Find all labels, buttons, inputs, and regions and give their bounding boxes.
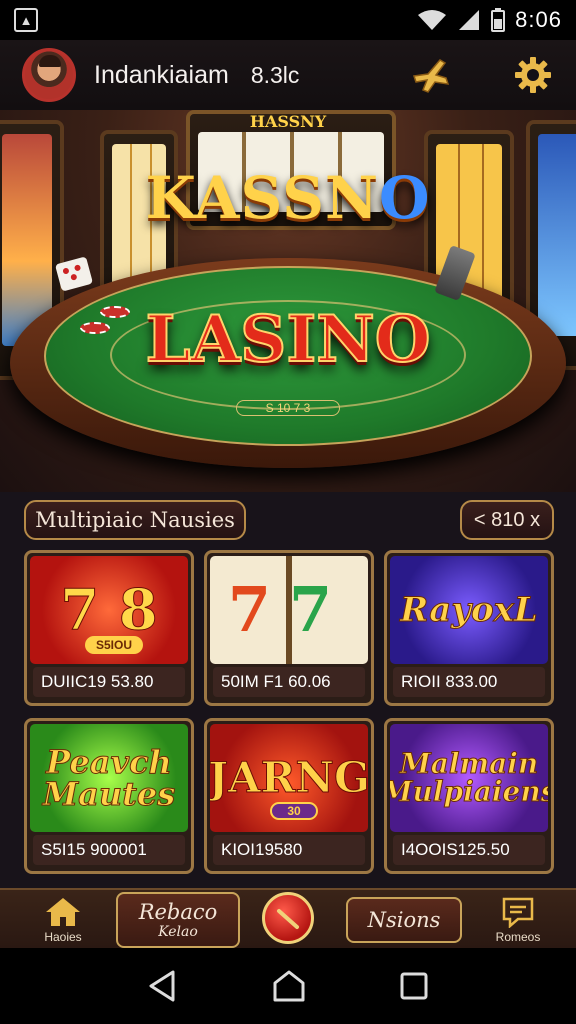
section-badge[interactable]: < 810 x <box>460 500 554 540</box>
chat-icon <box>502 897 534 928</box>
status-time: 8:06 <box>515 7 562 32</box>
game-art: 77 <box>210 556 368 664</box>
game-card[interactable]: JARNG 30 KIOI19580 <box>204 718 374 874</box>
game-card[interactable]: 7 8 S5IOU DUIIC19 53.80 <box>24 550 194 706</box>
app-header: Indankiaiam 8.3lc <box>0 40 576 110</box>
game-art-title: Peavch Mautes <box>42 743 176 813</box>
nav-rebate-label: Rebaco <box>138 900 218 924</box>
slash-icon <box>277 909 299 929</box>
game-art-title: JARNG <box>210 753 368 802</box>
recents-icon[interactable] <box>399 971 429 1001</box>
game-footer: S5I15 900001 <box>33 835 185 865</box>
hero-top-logo: KASSNO <box>0 164 576 232</box>
hero-top-logo-o: O <box>379 164 431 232</box>
bottom-nav: Haoies Rebaco Kelao Nsions Romeos <box>0 888 576 948</box>
game-art-badge: S5IOU <box>85 636 143 654</box>
nav-home-label: Haoies <box>44 930 82 944</box>
game-footer: 50IM F1 60.06 <box>213 667 365 697</box>
game-art: JARNG 30 <box>210 724 368 832</box>
game-card[interactable]: RayoxL RIOII 833.00 <box>384 550 554 706</box>
game-art: Peavch Mautes <box>30 724 188 832</box>
hero-center-logo: LASINO <box>144 301 431 378</box>
game-footer: DUIIC19 53.80 <box>33 667 185 697</box>
game-art-title: 77 <box>228 579 350 641</box>
balance: 8.3lc <box>250 61 300 88</box>
game-art-title: 7 8 <box>60 577 158 643</box>
game-art: 7 8 S5IOU <box>30 556 188 664</box>
settings-button[interactable] <box>512 54 554 96</box>
game-art: RayoxL <box>390 556 548 664</box>
gear-icon <box>515 57 551 93</box>
games-section: Multipiaic Nausies < 810 x 7 8 S5IOU DUI… <box>0 492 576 888</box>
nav-rewards[interactable]: Romeos <box>480 890 556 950</box>
nav-rewards-label: Romeos <box>495 930 541 944</box>
avatar[interactable] <box>22 48 76 102</box>
game-card[interactable]: Malmain Mulpiaiens I4OOIS125.50 <box>384 718 554 874</box>
status-icons: 8:06 <box>417 7 562 33</box>
nav-home[interactable]: Haoies <box>30 890 96 950</box>
app-root: ▲ 8:06 Indankiaiam 8.3lc HASSNY KASSNO L… <box>0 0 576 1024</box>
plane-button[interactable] <box>410 54 452 96</box>
plane-icon <box>413 59 450 93</box>
game-footer: I4OOIS125.50 <box>393 835 545 865</box>
username: Indankiaiam <box>94 60 229 89</box>
nav-rebate[interactable]: Rebaco Kelao <box>116 892 240 948</box>
game-art-title: Malmain Mulpiaiens <box>390 747 548 808</box>
game-card[interactable]: 77 50IM F1 60.06 <box>204 550 374 706</box>
battery-icon <box>491 8 506 32</box>
system-nav-bar <box>0 948 576 1024</box>
hero-top-small: HASSNY <box>249 112 327 131</box>
home-icon <box>46 898 80 926</box>
back-icon[interactable] <box>147 969 179 1003</box>
game-art-title: RayoxL <box>400 590 539 630</box>
game-art-badge: 30 <box>270 802 318 820</box>
home-circle-icon[interactable] <box>272 969 306 1003</box>
app-notice-icon: ▲ <box>14 8 38 32</box>
game-footer: KIOI19580 <box>213 835 365 865</box>
game-card[interactable]: Peavch Mautes S5I15 900001 <box>24 718 194 874</box>
reel-digit: 7 <box>227 573 289 646</box>
signal-icon <box>459 10 480 30</box>
reel-digit: 7 <box>289 573 351 646</box>
game-grid: 7 8 S5IOU DUIIC19 53.80 77 50IM F1 60.06… <box>24 550 554 874</box>
nav-rebate-sub: Kelao <box>158 924 198 940</box>
section-title[interactable]: Multipiaic Nausies <box>24 500 246 540</box>
hero-banner[interactable]: HASSNY KASSNO LASINO S 10 7 3 <box>0 110 576 492</box>
game-footer: RIOII 833.00 <box>393 667 545 697</box>
status-bar: ▲ 8:06 <box>0 0 576 40</box>
nav-center-button[interactable] <box>262 892 314 944</box>
game-art: Malmain Mulpiaiens <box>390 724 548 832</box>
hero-top-logo-main: KASSN <box>145 164 380 232</box>
hero-center-sub: S 10 7 3 <box>236 400 340 416</box>
nav-news[interactable]: Nsions <box>346 897 462 943</box>
wifi-icon <box>418 10 447 30</box>
